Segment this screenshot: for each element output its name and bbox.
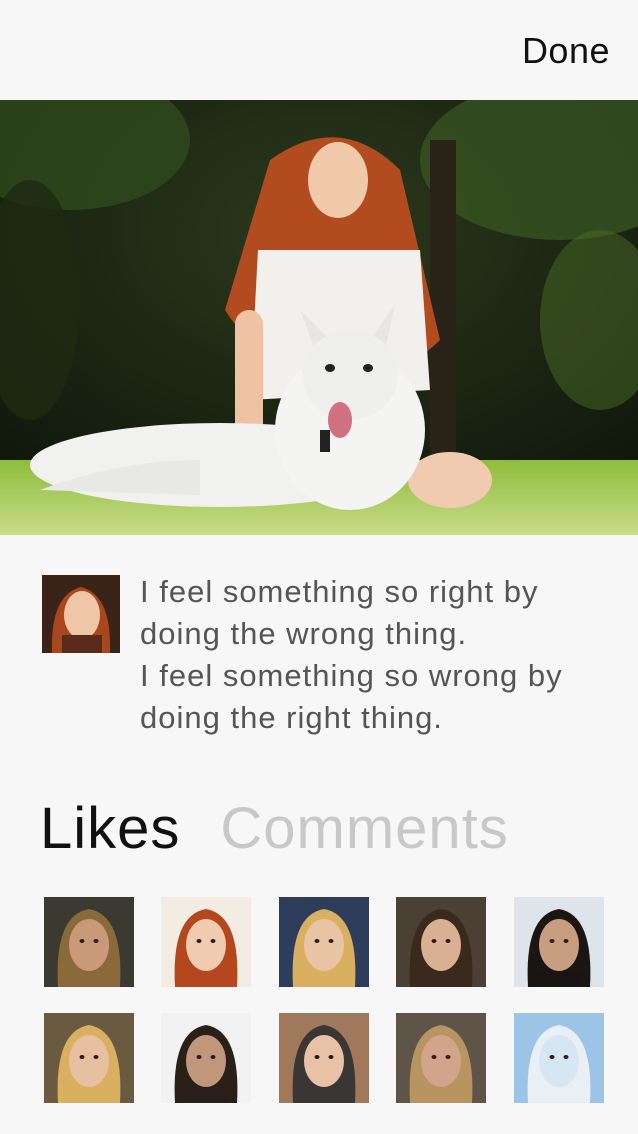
tab-likes[interactable]: Likes [40, 795, 180, 862]
liker-avatar-3[interactable] [279, 897, 369, 987]
caption-line: doing the right thing. [140, 700, 443, 735]
liker-avatar-8[interactable] [279, 1013, 369, 1103]
top-bar: Done [0, 0, 638, 100]
liker-avatar-9[interactable] [396, 1013, 486, 1103]
done-button[interactable]: Done [522, 30, 610, 72]
caption-text: I feel something so right by doing the w… [140, 571, 620, 739]
liker-avatar-7[interactable] [161, 1013, 251, 1103]
post-detail-screen: Done I feel something so right by doing … [0, 0, 638, 1134]
caption-line: I feel something so right by [140, 574, 539, 609]
liker-avatar-1[interactable] [44, 897, 134, 987]
tab-comments[interactable]: Comments [220, 795, 508, 862]
caption-line: doing the wrong thing. [140, 616, 468, 651]
author-avatar[interactable] [42, 575, 120, 653]
liker-avatar-10[interactable] [514, 1013, 604, 1103]
liker-avatar-4[interactable] [396, 897, 486, 987]
tab-bar: Likes Comments [40, 795, 549, 865]
liker-avatar-5[interactable] [514, 897, 604, 987]
caption-line: I feel something so wrong by [140, 658, 563, 693]
liker-avatar-6[interactable] [44, 1013, 134, 1103]
post-photo [0, 100, 638, 535]
liker-avatar-2[interactable] [161, 897, 251, 987]
